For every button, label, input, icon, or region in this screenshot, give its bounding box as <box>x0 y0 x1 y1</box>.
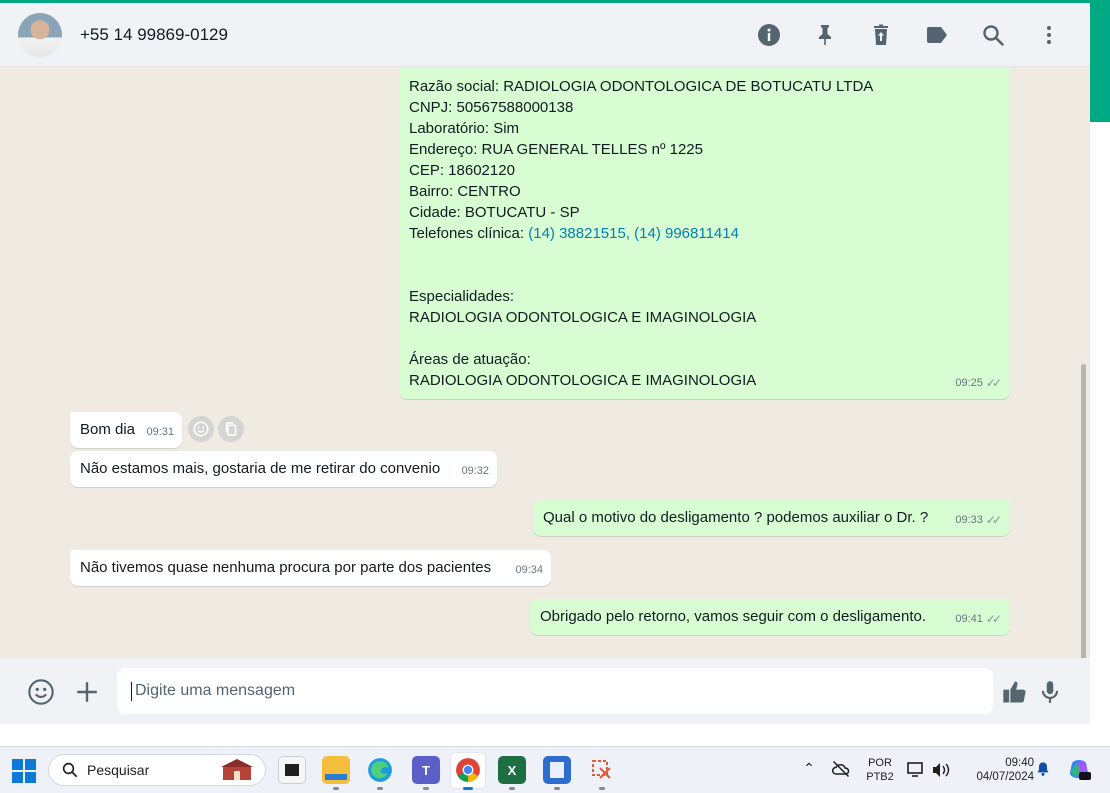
emoji-icon[interactable] <box>26 677 56 707</box>
message-text: Qual o motivo do desligamento ? podemos … <box>543 509 929 526</box>
message-time: 09:31 <box>146 426 174 438</box>
header-actions <box>756 3 1062 67</box>
clinic-info-message[interactable]: Razão social: RADIOLOGIA ODONTOLOGICA DE… <box>399 68 1010 399</box>
search-highlight-icon <box>221 759 253 780</box>
message-composer <box>0 658 1090 724</box>
running-indicator <box>509 787 515 790</box>
clinic-line: Bairro: CENTRO <box>409 183 521 200</box>
clinic-line: Endereço: RUA GENERAL TELLES nº 1225 <box>409 141 703 158</box>
message-time: 09:33 ✓✓ <box>955 510 1002 531</box>
tray-chevron-up-icon[interactable]: ⌃ <box>800 761 818 775</box>
message-time: 09:25 ✓✓ <box>955 373 1002 394</box>
input-language[interactable]: POR PTB2 <box>862 756 898 784</box>
phone-links[interactable]: (14) 38821515, (14) 996811414 <box>528 225 739 242</box>
excel-icon[interactable]: X <box>498 756 526 784</box>
running-indicator <box>463 787 473 790</box>
contact-name[interactable]: +55 14 99869-0129 <box>80 25 228 45</box>
taskbar-search-label: Pesquisar <box>87 762 150 778</box>
read-ticks-icon: ✓✓ <box>985 612 1002 626</box>
window-edge-panel <box>1090 122 1110 746</box>
running-indicator <box>554 787 560 790</box>
incoming-message[interactable]: Bom dia 09:31 <box>70 412 182 448</box>
specialties-label: Especialidades: <box>409 288 515 305</box>
clinic-line: CNPJ: 50567588000138 <box>409 99 574 116</box>
clinic-line: Cidade: BOTUCATU - SP <box>409 204 580 221</box>
message-input[interactable] <box>117 668 993 714</box>
pin-icon[interactable] <box>812 22 838 48</box>
clock-date: 04/07/2024 <box>976 771 1034 783</box>
edge-icon[interactable] <box>366 756 394 784</box>
menu-icon[interactable] <box>1036 22 1062 48</box>
copy-icon[interactable] <box>218 416 244 442</box>
clinic-line: Laboratório: Sim <box>409 120 520 137</box>
notification-bell-icon[interactable] <box>1034 761 1052 781</box>
incoming-message[interactable]: Não estamos mais, gostaria de me retirar… <box>70 451 497 487</box>
copilot-icon[interactable] <box>1066 757 1092 785</box>
onedrive-offline-icon[interactable] <box>830 759 852 783</box>
message-time: 09:32 <box>461 465 489 477</box>
language-code: POR <box>868 757 892 769</box>
text-caret <box>131 682 132 701</box>
chat-area[interactable]: Razão social: RADIOLOGIA ODONTOLOGICA DE… <box>0 68 1090 658</box>
chrome-icon[interactable] <box>454 756 482 784</box>
window-edge-strip <box>1090 0 1110 122</box>
attach-plus-icon[interactable] <box>72 677 102 707</box>
windows-taskbar: Pesquisar T X ⌃ POR PTB2 09:40 04/07/202… <box>0 746 1110 793</box>
taskbar-search-icon <box>62 762 78 778</box>
clock[interactable]: 09:40 04/07/2024 <box>960 756 1034 784</box>
window-bottom-margin <box>0 724 1110 746</box>
specialties-value: RADIOLOGIA ODONTOLOGICA E IMAGINOLOGIA <box>409 309 757 326</box>
message-time: 09:34 <box>515 564 543 576</box>
running-indicator <box>377 787 383 790</box>
areas-value: RADIOLOGIA ODONTOLOGICA E IMAGINOLOGIA <box>409 372 757 389</box>
keyboard-layout: PTB2 <box>866 771 894 783</box>
file-explorer-icon[interactable] <box>322 756 350 784</box>
running-indicator <box>333 787 339 790</box>
outgoing-message[interactable]: Qual o motivo do desligamento ? podemos … <box>533 500 1010 536</box>
emoji-react-icon[interactable] <box>188 416 214 442</box>
running-indicator <box>423 787 429 790</box>
message-text: Não tivemos quase nenhuma procura por pa… <box>80 559 492 576</box>
notepad-icon[interactable] <box>543 756 571 784</box>
phones-label: Telefones clínica: <box>409 225 529 242</box>
thumbs-up-icon[interactable] <box>1000 677 1030 707</box>
avatar[interactable] <box>18 12 62 57</box>
running-indicator <box>599 787 605 790</box>
areas-label: Áreas de atuação: <box>409 351 531 368</box>
message-text: Bom dia <box>80 421 136 438</box>
clinic-line: Razão social: RADIOLOGIA ODONTOLOGICA DE… <box>409 78 874 95</box>
windows-start-icon[interactable] <box>12 759 36 783</box>
clinic-line: CEP: 18602120 <box>409 162 515 179</box>
read-ticks-icon: ✓✓ <box>985 376 1002 390</box>
network-volume-icons[interactable] <box>906 760 952 784</box>
incoming-message[interactable]: Não tivemos quase nenhuma procura por pa… <box>70 550 551 586</box>
message-actions <box>188 416 244 442</box>
clock-time: 09:40 <box>1005 757 1034 769</box>
search-icon[interactable] <box>980 22 1006 48</box>
teams-icon[interactable]: T <box>412 756 440 784</box>
task-view-icon[interactable] <box>278 756 306 784</box>
clinic-phones-line: Telefones clínica: (14) 38821515, (14) 9… <box>409 223 1000 244</box>
message-text: Não estamos mais, gostaria de me retirar… <box>80 460 441 477</box>
microphone-icon[interactable] <box>1035 677 1065 707</box>
message-time: 09:41 ✓✓ <box>955 609 1002 630</box>
chat-scrollbar[interactable] <box>1081 364 1086 658</box>
read-ticks-icon: ✓✓ <box>985 513 1002 527</box>
info-icon[interactable] <box>756 22 782 48</box>
message-text: Obrigado pelo retorno, vamos seguir com … <box>540 608 927 625</box>
delete-icon[interactable] <box>868 22 894 48</box>
snipping-tool-icon[interactable] <box>588 756 616 784</box>
label-icon[interactable] <box>924 22 950 48</box>
outgoing-message[interactable]: Obrigado pelo retorno, vamos seguir com … <box>530 599 1010 635</box>
chat-header: +55 14 99869-0129 <box>0 3 1090 67</box>
taskbar-search[interactable]: Pesquisar <box>48 754 266 786</box>
